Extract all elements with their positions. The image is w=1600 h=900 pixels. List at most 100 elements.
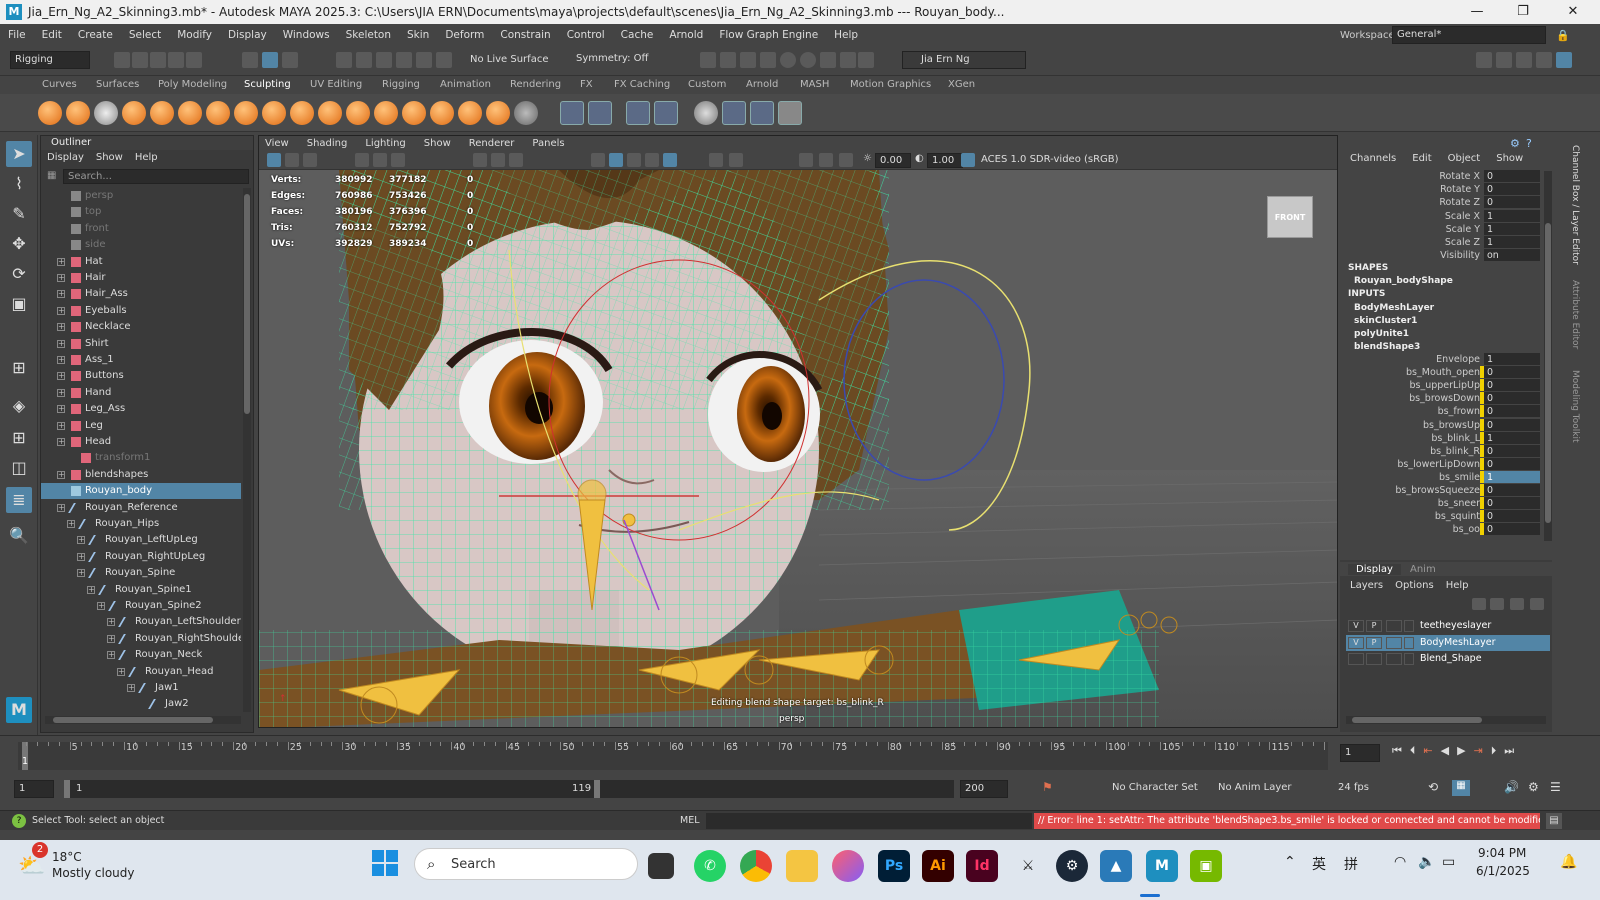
channel-menu-channels[interactable]: Channels xyxy=(1350,153,1396,164)
expand-toggle-icon[interactable]: + xyxy=(117,667,125,676)
shelf-tab-mash[interactable]: MASH xyxy=(800,79,829,90)
undo-icon[interactable] xyxy=(168,52,184,68)
pinch-tool-icon[interactable] xyxy=(150,101,174,125)
channel-menu-edit[interactable]: Edit xyxy=(1412,153,1431,164)
outliner-item[interactable]: + blendshapes xyxy=(41,467,241,483)
repeat-tool-icon[interactable] xyxy=(262,101,286,125)
expand-toggle-icon[interactable]: + xyxy=(57,306,65,315)
go-to-end-icon[interactable]: ⏭ xyxy=(1504,744,1514,762)
blendshape-attribute-value[interactable]: 1 xyxy=(1484,431,1540,444)
channel-box-tool-icon[interactable]: ⚙ xyxy=(1510,137,1520,150)
outliner-layout-icon[interactable]: ≣ xyxy=(6,487,32,513)
lock-icon[interactable]: 🔒 xyxy=(1556,29,1570,42)
snap-point-icon[interactable] xyxy=(376,52,392,68)
display-layer-row[interactable]: V P BodyMeshLayer xyxy=(1346,634,1550,651)
view-cube[interactable]: FRONT xyxy=(1267,196,1313,238)
expand-toggle-icon[interactable]: + xyxy=(77,552,85,561)
preferences-icon[interactable]: ☰ xyxy=(1550,780,1561,794)
arnold-render-icon[interactable] xyxy=(780,52,796,68)
show-hidden-icons[interactable]: ⌃ xyxy=(1284,854,1296,870)
layers-menu-layers[interactable]: Layers xyxy=(1350,580,1383,591)
outliner-item[interactable]: persp xyxy=(41,188,241,204)
menu-arnold[interactable]: Arnold xyxy=(661,29,711,41)
smooth-tool-icon[interactable] xyxy=(66,101,90,125)
outliner-item[interactable]: + Rouyan_Spine xyxy=(41,565,241,581)
ime-language[interactable]: 英 xyxy=(1312,854,1326,874)
wax-tool-icon[interactable] xyxy=(318,101,342,125)
imprint-tool-icon[interactable] xyxy=(290,101,314,125)
steam-icon[interactable]: ⚙ xyxy=(1056,850,1088,882)
expand-toggle-icon[interactable]: + xyxy=(107,634,115,643)
outliner-menu-show[interactable]: Show xyxy=(96,150,123,166)
maya-taskbar-icon[interactable]: M xyxy=(1146,850,1178,882)
expand-toggle-icon[interactable]: + xyxy=(107,618,115,627)
minimize-button[interactable]: — xyxy=(1454,0,1500,24)
photoshop-icon[interactable]: Ps xyxy=(878,850,910,882)
layer-color-swatch[interactable] xyxy=(1404,653,1414,665)
spray-tool-icon[interactable] xyxy=(234,101,258,125)
outliner-item[interactable]: + Head xyxy=(41,434,241,450)
outliner-menu-help[interactable]: Help xyxy=(135,150,158,166)
wireframe-icon[interactable] xyxy=(591,153,605,167)
expand-toggle-icon[interactable]: + xyxy=(57,421,65,430)
outliner-menu-display[interactable]: Display xyxy=(47,150,84,166)
shelf-tab-fx-caching[interactable]: FX Caching xyxy=(614,79,670,90)
attribute-editor-icon[interactable] xyxy=(1516,52,1532,68)
expand-toggle-icon[interactable]: + xyxy=(107,651,115,660)
channel-attribute[interactable]: Scale Z 1 xyxy=(1340,236,1552,249)
resolution-gate-icon[interactable] xyxy=(509,153,523,167)
color-management-icon[interactable] xyxy=(961,153,975,167)
menu-display[interactable]: Display xyxy=(220,29,275,41)
expand-toggle-icon[interactable]: + xyxy=(87,585,95,594)
tab-attribute-editor[interactable]: Attribute Editor xyxy=(1570,280,1580,349)
expand-toggle-icon[interactable]: + xyxy=(57,323,65,332)
blendshape-attribute-value[interactable]: 0 xyxy=(1484,392,1540,405)
snap-view-icon[interactable] xyxy=(396,52,412,68)
input-node-polyunite1[interactable]: polyUnite1 xyxy=(1354,328,1434,341)
convert-freeze-icon[interactable] xyxy=(560,101,584,125)
loop-icon[interactable]: ⟲ xyxy=(1428,780,1438,794)
paint-weights-icon[interactable] xyxy=(694,101,718,125)
textured-icon[interactable] xyxy=(627,153,641,167)
menu-constrain[interactable]: Constrain xyxy=(492,29,558,41)
channel-attribute[interactable]: Scale X 1 xyxy=(1340,209,1552,223)
layers-menu-help[interactable]: Help xyxy=(1446,580,1469,591)
menu-skin[interactable]: Skin xyxy=(399,29,437,41)
shape-editor-icon[interactable] xyxy=(654,101,678,125)
filter-icon[interactable]: ▦ xyxy=(47,170,56,181)
outliner-item[interactable]: + Rouyan_Reference xyxy=(41,500,241,516)
menu-modify[interactable]: Modify xyxy=(169,29,220,41)
move-layer-down-icon[interactable] xyxy=(1490,598,1504,610)
menu-create[interactable]: Create xyxy=(70,29,121,41)
time-slider[interactable]: 1 5 10 15 20 25 30 35 40 45 50 55 60 65 70 75 80 85 90 95 1… xyxy=(18,742,1328,770)
task-view-icon[interactable] xyxy=(648,853,674,879)
outliner-item[interactable]: + Ass_1 xyxy=(41,352,241,368)
snap-surface-icon[interactable] xyxy=(416,52,432,68)
outliner-item[interactable]: + Buttons xyxy=(41,368,241,384)
snap-pivot-icon[interactable] xyxy=(436,52,452,68)
indesign-icon[interactable]: Id xyxy=(966,850,998,882)
save-scene-icon[interactable] xyxy=(150,52,166,68)
menu-cache[interactable]: Cache xyxy=(613,29,662,41)
blendshape-attribute[interactable]: bs_browsUp 0 xyxy=(1340,418,1552,432)
channel-attribute-value[interactable]: 1 xyxy=(1484,236,1540,248)
display-layer-row[interactable]: V Pteetheyeslayer xyxy=(1346,618,1550,634)
lasso-tool-icon[interactable]: ⌇ xyxy=(6,171,32,197)
deformer-icon[interactable] xyxy=(750,101,774,125)
channel-menu-object[interactable]: Object xyxy=(1448,153,1481,164)
menu-skeleton[interactable]: Skeleton xyxy=(338,29,399,41)
select-component-icon[interactable] xyxy=(282,52,298,68)
outliner-item[interactable]: + Rouyan_LeftShoulder xyxy=(41,614,241,630)
blendshape-attribute[interactable]: bs_oo 0 xyxy=(1340,523,1552,536)
blendshape-attribute[interactable]: bs_Mouth_open 0 xyxy=(1340,366,1552,379)
bulge-tool-icon[interactable] xyxy=(458,101,482,125)
last-tool-icon[interactable]: ⊞ xyxy=(6,355,32,381)
two-d-pan-icon[interactable] xyxy=(373,153,387,167)
script-language-toggle[interactable]: MEL xyxy=(680,815,700,826)
layers-hscrollbar[interactable] xyxy=(1346,716,1546,724)
sculpt-settings-icon[interactable] xyxy=(778,101,802,125)
outliner-item[interactable]: Jaw2 xyxy=(41,696,241,712)
single-view-icon[interactable]: ◈ xyxy=(6,393,32,419)
tab-anim-layers[interactable]: Anim xyxy=(1410,564,1436,575)
expand-toggle-icon[interactable]: + xyxy=(57,405,65,414)
